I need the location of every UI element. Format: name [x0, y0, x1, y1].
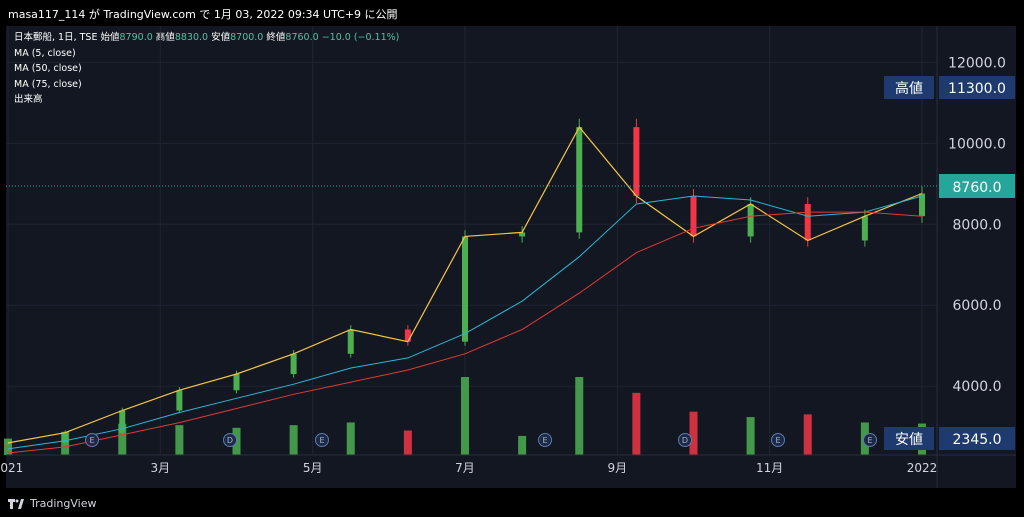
candle-body [347, 329, 354, 354]
volume-bars [4, 377, 926, 455]
volume-bar [746, 417, 755, 455]
time-tick-label: 3月 [151, 461, 171, 475]
volume-bar [689, 411, 698, 455]
volume-bar [346, 422, 355, 455]
low-badge: 安値 2345.0 [884, 427, 1015, 450]
footer[interactable]: TradingView [8, 497, 96, 510]
candle-body [290, 353, 297, 375]
volume-bar [803, 414, 812, 455]
candle-body [576, 127, 583, 233]
event-marker[interactable]: E [771, 433, 785, 447]
time-tick-label: 7月 [455, 461, 475, 475]
candle-body [462, 236, 468, 342]
event-markers: EDEEDEE [85, 433, 877, 447]
event-marker[interactable]: D [678, 433, 692, 447]
event-marker-label: D [227, 436, 233, 445]
candle-body [861, 216, 868, 241]
grid [6, 26, 937, 455]
volume-bar [518, 435, 527, 455]
high-badge: 高値 11300.0 [884, 76, 1015, 99]
event-marker-label: D [682, 436, 688, 445]
candle-body [804, 204, 811, 241]
tradingview-logo-icon [8, 498, 24, 509]
price-chart[interactable]: E D E E D E E 12000.0 10000.0 8000.0 6000.0 4000.0… [0, 0, 1024, 517]
candle-body [690, 195, 697, 237]
event-marker-label: E [319, 436, 324, 445]
time-axis[interactable]: 2021 3月 5月 7月 9月 11月 2022 [0, 461, 937, 475]
event-marker[interactable]: E [85, 433, 99, 447]
candle-body [404, 329, 411, 342]
volume-bar [289, 425, 298, 455]
event-marker[interactable]: E [315, 433, 329, 447]
price-tick-label: 10000.0 [948, 136, 1006, 152]
time-tick-label: 11月 [756, 461, 783, 475]
footer-brand: TradingView [30, 497, 97, 510]
volume-bar [632, 392, 641, 455]
event-marker[interactable]: D [223, 433, 237, 447]
high-badge-label: 高値 [895, 80, 923, 97]
price-tick-label: 4000.0 [953, 379, 1002, 395]
event-marker-label: E [542, 436, 547, 445]
price-tick-label: 6000.0 [953, 298, 1002, 314]
price-tick-label: 8000.0 [953, 217, 1002, 233]
high-badge-value: 11300.0 [948, 81, 1006, 97]
time-tick-label: 9月 [608, 461, 628, 475]
candle-body [233, 374, 240, 391]
candle-body [176, 390, 183, 411]
time-tick-label: 5月 [303, 461, 323, 475]
event-marker[interactable]: E [863, 433, 877, 447]
last-price-badge: 8760.0 [6, 174, 1015, 198]
volume-bar [461, 377, 469, 455]
price-axis[interactable]: 12000.0 10000.0 8000.0 6000.0 4000.0 [948, 55, 1006, 395]
event-marker-label: E [89, 436, 94, 445]
last-price-value: 8760.0 [953, 180, 1002, 196]
low-badge-label: 安値 [895, 432, 923, 448]
event-marker-label: E [867, 436, 872, 445]
event-marker[interactable]: E [538, 433, 552, 447]
volume-bar [403, 430, 412, 455]
volume-bar [575, 377, 584, 455]
candle-body [747, 204, 754, 237]
volume-bar [175, 425, 184, 455]
low-badge-value: 2345.0 [953, 432, 1002, 448]
event-marker-label: E [775, 436, 780, 445]
price-tick-label: 12000.0 [948, 55, 1006, 71]
time-tick-label: 2022 [907, 461, 938, 475]
time-tick-label: 2021 [0, 461, 23, 475]
